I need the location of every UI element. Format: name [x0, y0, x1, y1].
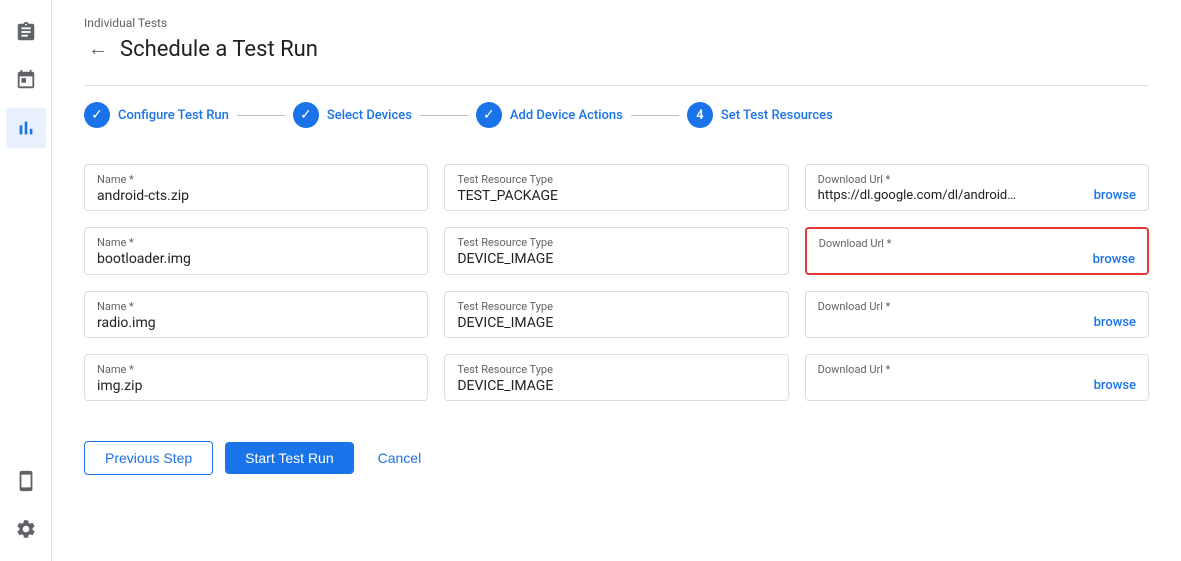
step-4: 4 Set Test Resources: [687, 102, 833, 128]
step-2-label: Select Devices: [327, 108, 412, 123]
browse-link-1[interactable]: browse: [1085, 252, 1135, 267]
step-1: Configure Test Run: [84, 102, 229, 128]
page-title: Schedule a Test Run: [120, 37, 318, 62]
breadcrumb: Individual Tests: [84, 16, 1149, 30]
cancel-button[interactable]: Cancel: [366, 442, 434, 474]
resource-name-field-1[interactable]: Name * bootloader.img: [84, 227, 428, 275]
step-4-label: Set Test Resources: [721, 108, 833, 123]
name-value-2: radio.img: [97, 315, 415, 331]
resource-name-field-0[interactable]: Name * android-cts.zip: [84, 164, 428, 211]
step-3-circle: [476, 102, 502, 128]
type-label-1: Test Resource Type: [457, 236, 775, 249]
type-value-3: DEVICE_IMAGE: [457, 378, 775, 394]
url-label-0: Download Url *: [818, 173, 1136, 186]
url-label-1: Download Url *: [819, 237, 1135, 250]
name-label-1: Name *: [97, 236, 415, 249]
step-1-circle: [84, 102, 110, 128]
step-3-label: Add Device Actions: [510, 108, 623, 123]
resource-url-field-2[interactable]: Download Url * browse: [805, 291, 1149, 338]
step-2-circle: [293, 102, 319, 128]
type-label-3: Test Resource Type: [457, 363, 775, 376]
resource-type-field-2[interactable]: Test Resource Type DEVICE_IMAGE: [444, 291, 788, 338]
name-label-3: Name *: [97, 363, 415, 376]
resource-type-field-0[interactable]: Test Resource Type TEST_PACKAGE: [444, 164, 788, 211]
url-label-3: Download Url *: [818, 363, 1136, 376]
type-value-0: TEST_PACKAGE: [457, 188, 775, 204]
main-content: Individual Tests ← Schedule a Test Run C…: [52, 0, 1181, 561]
name-value-3: img.zip: [97, 378, 415, 394]
sidebar-icon-chart[interactable]: [6, 108, 46, 148]
url-value-0: https://dl.google.com/dl/android/c: [818, 188, 1018, 203]
browse-link-3[interactable]: browse: [1086, 378, 1136, 393]
sidebar-icon-clipboard[interactable]: [6, 12, 46, 52]
resource-row-1: Name * bootloader.img Test Resource Type…: [84, 227, 1149, 275]
type-value-2: DEVICE_IMAGE: [457, 315, 775, 331]
type-label-0: Test Resource Type: [457, 173, 775, 186]
resource-url-field-3[interactable]: Download Url * browse: [805, 354, 1149, 401]
step-4-circle: 4: [687, 102, 713, 128]
step-connector-1: [237, 115, 285, 116]
step-connector-3: [631, 115, 679, 116]
step-3: Add Device Actions: [476, 102, 623, 128]
resource-type-field-3[interactable]: Test Resource Type DEVICE_IMAGE: [444, 354, 788, 401]
previous-step-button[interactable]: Previous Step: [84, 441, 213, 475]
url-label-2: Download Url *: [818, 300, 1136, 313]
name-label-2: Name *: [97, 300, 415, 313]
sidebar-icon-phone[interactable]: [6, 461, 46, 501]
footer: Previous Step Start Test Run Cancel: [84, 441, 1149, 475]
resource-url-field-0[interactable]: Download Url * https://dl.google.com/dl/…: [805, 164, 1149, 211]
resource-name-field-3[interactable]: Name * img.zip: [84, 354, 428, 401]
resource-row-2: Name * radio.img Test Resource Type DEVI…: [84, 291, 1149, 338]
resource-name-field-2[interactable]: Name * radio.img: [84, 291, 428, 338]
sidebar: [0, 0, 52, 561]
stepper: Configure Test Run Select Devices Add De…: [84, 85, 1149, 140]
step-connector-2: [420, 115, 468, 116]
step-2: Select Devices: [293, 102, 412, 128]
step-1-label: Configure Test Run: [118, 108, 229, 123]
sidebar-icon-calendar[interactable]: [6, 60, 46, 100]
back-button[interactable]: ←: [84, 34, 112, 65]
browse-link-2[interactable]: browse: [1086, 315, 1136, 330]
type-value-1: DEVICE_IMAGE: [457, 251, 775, 267]
resources-container: Name * android-cts.zip Test Resource Typ…: [84, 164, 1149, 417]
resource-url-field-1[interactable]: Download Url * browse: [805, 227, 1149, 275]
type-label-2: Test Resource Type: [457, 300, 775, 313]
resource-type-field-1[interactable]: Test Resource Type DEVICE_IMAGE: [444, 227, 788, 275]
resource-row-0: Name * android-cts.zip Test Resource Typ…: [84, 164, 1149, 211]
name-label-0: Name *: [97, 173, 415, 186]
start-test-run-button[interactable]: Start Test Run: [225, 442, 353, 474]
sidebar-icon-settings[interactable]: [6, 509, 46, 549]
page-header: ← Schedule a Test Run: [84, 34, 1149, 65]
browse-link-0[interactable]: browse: [1086, 188, 1136, 203]
name-value-1: bootloader.img: [97, 251, 415, 267]
name-value-0: android-cts.zip: [97, 188, 415, 204]
resource-row-3: Name * img.zip Test Resource Type DEVICE…: [84, 354, 1149, 401]
